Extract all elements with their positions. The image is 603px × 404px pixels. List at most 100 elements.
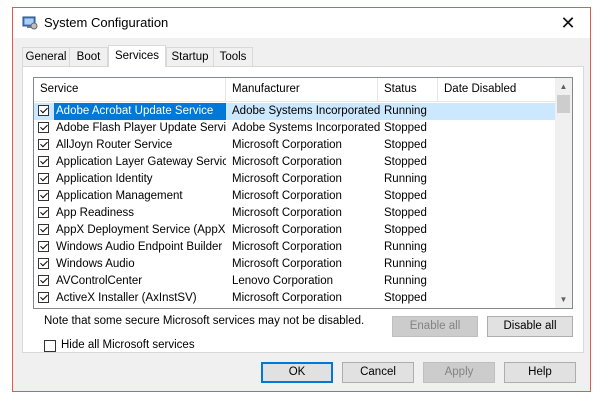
date-disabled-cell xyxy=(444,290,554,307)
service-checkbox[interactable] xyxy=(38,292,49,303)
table-row[interactable]: Application Identity Microsoft Corporatio… xyxy=(34,171,557,188)
service-checkbox[interactable] xyxy=(38,173,49,184)
service-name-cell: ActiveX Installer (AxInstSV) xyxy=(56,292,197,304)
system-config-icon xyxy=(22,16,38,30)
service-name-cell: Application Layer Gateway Service xyxy=(56,156,226,168)
service-name-cell: AppX Deployment Service (AppX... xyxy=(56,224,226,236)
service-name-cell: App Readiness xyxy=(56,207,134,219)
date-disabled-cell xyxy=(444,154,554,171)
tab-boot[interactable]: Boot xyxy=(69,47,108,66)
manufacturer-cell: Microsoft Corporation xyxy=(232,241,342,253)
window-title: System Configuration xyxy=(44,15,169,30)
manufacturer-cell: Microsoft Corporation xyxy=(232,190,342,202)
cancel-button[interactable]: Cancel xyxy=(342,362,414,383)
service-name-cell: Application Management xyxy=(56,190,183,202)
table-row[interactable]: Application Layer Gateway Service Microso… xyxy=(34,154,557,171)
status-cell: Stopped xyxy=(384,122,427,134)
title-bar[interactable]: System Configuration ✕ xyxy=(13,8,590,38)
status-cell: Stopped xyxy=(384,156,427,168)
ok-button[interactable]: OK xyxy=(261,362,333,383)
tab-services[interactable]: Services xyxy=(108,45,166,67)
status-cell: Stopped xyxy=(384,292,427,304)
service-checkbox[interactable] xyxy=(38,122,49,133)
service-name-cell: Adobe Flash Player Update Service xyxy=(56,122,226,134)
column-header-date-disabled[interactable]: Date Disabled xyxy=(438,78,557,101)
scroll-down-icon[interactable]: ▼ xyxy=(555,291,572,308)
status-cell: Stopped xyxy=(384,207,427,219)
scroll-thumb[interactable] xyxy=(557,95,570,113)
date-disabled-cell xyxy=(444,239,554,256)
enable-all-button[interactable]: Enable all xyxy=(392,316,478,337)
secure-services-note: Note that some secure Microsoft services… xyxy=(44,315,365,327)
manufacturer-cell: Microsoft Corporation xyxy=(232,258,342,270)
date-disabled-cell xyxy=(444,205,554,222)
table-row[interactable]: Adobe Acrobat Update Service Adobe System… xyxy=(34,103,557,120)
service-name-cell: Windows Audio xyxy=(56,258,135,270)
status-cell: Stopped xyxy=(384,224,427,236)
service-checkbox[interactable] xyxy=(38,241,49,252)
service-name-cell: Windows Audio Endpoint Builder xyxy=(56,241,223,253)
service-checkbox[interactable] xyxy=(38,105,49,116)
status-cell: Running xyxy=(384,258,427,270)
status-cell: Running xyxy=(384,105,427,117)
manufacturer-cell: Adobe Systems Incorporated xyxy=(232,105,380,117)
service-checkbox[interactable] xyxy=(38,139,49,150)
table-row[interactable]: ActiveX Installer (AxInstSV) Microsoft Co… xyxy=(34,290,557,307)
list-header: Service Manufacturer Status Date Disable… xyxy=(34,78,557,102)
manufacturer-cell: Microsoft Corporation xyxy=(232,207,342,219)
date-disabled-cell xyxy=(444,273,554,290)
apply-button[interactable]: Apply xyxy=(423,362,495,383)
table-row[interactable]: Application Management Microsoft Corporat… xyxy=(34,188,557,205)
hide-ms-label: Hide all Microsoft services xyxy=(61,339,195,351)
table-row[interactable]: Windows Audio Endpoint Builder Microsoft … xyxy=(34,239,557,256)
service-checkbox[interactable] xyxy=(38,156,49,167)
manufacturer-cell: Microsoft Corporation xyxy=(232,173,342,185)
date-disabled-cell xyxy=(444,256,554,273)
disable-all-button[interactable]: Disable all xyxy=(487,316,573,337)
status-cell: Stopped xyxy=(384,139,427,151)
close-button[interactable]: ✕ xyxy=(546,8,590,38)
date-disabled-cell xyxy=(444,188,554,205)
status-cell: Running xyxy=(384,173,427,185)
service-name-cell: AVControlCenter xyxy=(56,275,143,287)
status-cell: Running xyxy=(384,275,427,287)
services-list[interactable]: Service Manufacturer Status Date Disable… xyxy=(33,77,573,309)
status-cell: Stopped xyxy=(384,190,427,202)
tab-tools[interactable]: Tools xyxy=(213,47,253,66)
help-button[interactable]: Help xyxy=(504,362,576,383)
service-checkbox[interactable] xyxy=(38,275,49,286)
date-disabled-cell xyxy=(444,137,554,154)
hide-ms-checkbox-box[interactable] xyxy=(44,340,56,352)
column-header-service[interactable]: Service xyxy=(34,78,226,101)
tab-startup[interactable]: Startup xyxy=(166,47,214,66)
service-checkbox[interactable] xyxy=(38,190,49,201)
table-row[interactable]: AVControlCenter Lenovo Corporation Running xyxy=(34,273,557,290)
service-rows: Adobe Acrobat Update Service Adobe System… xyxy=(34,103,557,307)
table-row[interactable]: App Readiness Microsoft Corporation Stoppe… xyxy=(34,205,557,222)
tab-general[interactable]: General xyxy=(22,47,70,66)
column-header-status[interactable]: Status xyxy=(378,78,438,101)
service-name-cell: AllJoyn Router Service xyxy=(56,139,173,151)
service-checkbox[interactable] xyxy=(38,207,49,218)
scroll-up-icon[interactable]: ▲ xyxy=(555,78,572,95)
manufacturer-cell: Microsoft Corporation xyxy=(232,224,342,236)
date-disabled-cell xyxy=(444,103,554,120)
system-configuration-window: System Configuration ✕ General Boot Serv… xyxy=(12,7,591,392)
date-disabled-cell xyxy=(444,120,554,137)
service-name-cell: Application Identity xyxy=(56,173,153,185)
vertical-scrollbar[interactable]: ▲ ▼ xyxy=(555,78,572,308)
column-header-manufacturer[interactable]: Manufacturer xyxy=(226,78,378,101)
table-row[interactable]: AppX Deployment Service (AppX... Microsof… xyxy=(34,222,557,239)
date-disabled-cell xyxy=(444,171,554,188)
manufacturer-cell: Microsoft Corporation xyxy=(232,292,342,304)
table-row[interactable]: Adobe Flash Player Update Service Adobe S… xyxy=(34,120,557,137)
service-checkbox[interactable] xyxy=(38,258,49,269)
date-disabled-cell xyxy=(444,222,554,239)
services-panel: Service Manufacturer Status Date Disable… xyxy=(22,66,584,353)
manufacturer-cell: Adobe Systems Incorporated xyxy=(232,122,380,134)
service-name-cell: Adobe Acrobat Update Service xyxy=(54,103,226,120)
table-row[interactable]: Windows Audio Microsoft Corporation Runnin… xyxy=(34,256,557,273)
close-icon: ✕ xyxy=(560,12,576,33)
service-checkbox[interactable] xyxy=(38,224,49,235)
table-row[interactable]: AllJoyn Router Service Microsoft Corporat… xyxy=(34,137,557,154)
